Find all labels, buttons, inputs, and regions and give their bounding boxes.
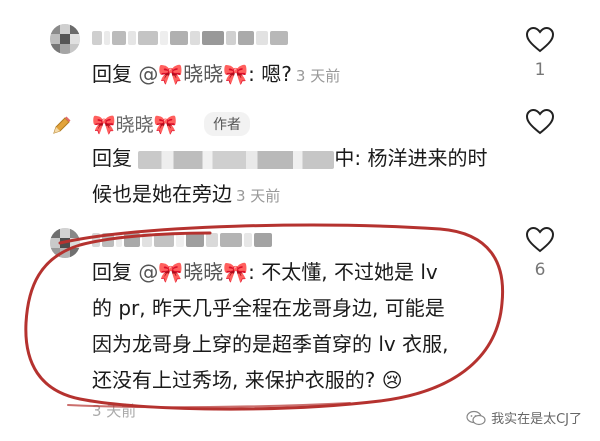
comment-text-line4: 还没有上过秀场, 来保护衣服的? <box>92 368 376 392</box>
blurred-mention[interactable] <box>138 150 335 169</box>
like-count: 6 <box>534 260 546 280</box>
avatar[interactable] <box>50 228 80 258</box>
comment-text-line2: 候也是她在旁边 <box>92 182 232 206</box>
watermark: 我实在是太CJ了 <box>466 408 582 427</box>
blurred-username[interactable] <box>92 28 288 48</box>
crying-emoji-icon: 😢 <box>381 368 403 392</box>
comment-text-line2: 的 pr, 昨天几乎全程在龙哥身边, 可能是 <box>92 296 445 320</box>
mention[interactable]: @🎀晓晓🎀 <box>138 62 248 86</box>
author-badge: 作者 <box>204 112 250 136</box>
comment-body[interactable]: 回复 @🎀晓晓🎀: 嗯? 3 天前 <box>92 56 340 94</box>
blurred-username[interactable] <box>92 230 272 250</box>
comment-body[interactable]: 回复 @🎀晓晓🎀: 不太懂, 不过她是 lv 的 pr, 昨天几乎全程在龙哥身边… <box>92 254 448 398</box>
comment-text: : 嗯? <box>248 62 292 86</box>
wechat-icon <box>466 410 486 425</box>
comment-text-line1: : 不太懂, 不过她是 lv <box>248 260 438 284</box>
comment-text-line1: 中: 杨洋进来的时 <box>334 146 488 170</box>
author-name[interactable]: 🎀晓晓🎀 <box>92 110 177 137</box>
reply-prefix: 回复 <box>92 62 139 86</box>
comment-body[interactable]: 回复 中: 杨洋进来的时 候也是她在旁边 3 天前 <box>92 140 487 214</box>
watermark-text: 我实在是太CJ了 <box>491 412 582 427</box>
like-count: 1 <box>534 60 546 80</box>
pen-icon <box>53 116 71 134</box>
avatar[interactable] <box>50 24 80 54</box>
heart-icon[interactable] <box>526 27 554 53</box>
reply-prefix: 回复 <box>92 146 139 170</box>
timestamp: 3 天前 <box>92 402 137 420</box>
reply-prefix: 回复 <box>92 260 139 284</box>
heart-icon[interactable] <box>526 109 554 135</box>
timestamp: 3 天前 <box>236 187 281 205</box>
timestamp: 3 天前 <box>295 67 341 85</box>
heart-icon[interactable] <box>526 227 554 253</box>
mention[interactable]: @🎀晓晓🎀 <box>138 260 248 284</box>
comment-text-line3: 因为龙哥身上穿的是超季首穿的 lv 衣服, <box>92 332 449 356</box>
